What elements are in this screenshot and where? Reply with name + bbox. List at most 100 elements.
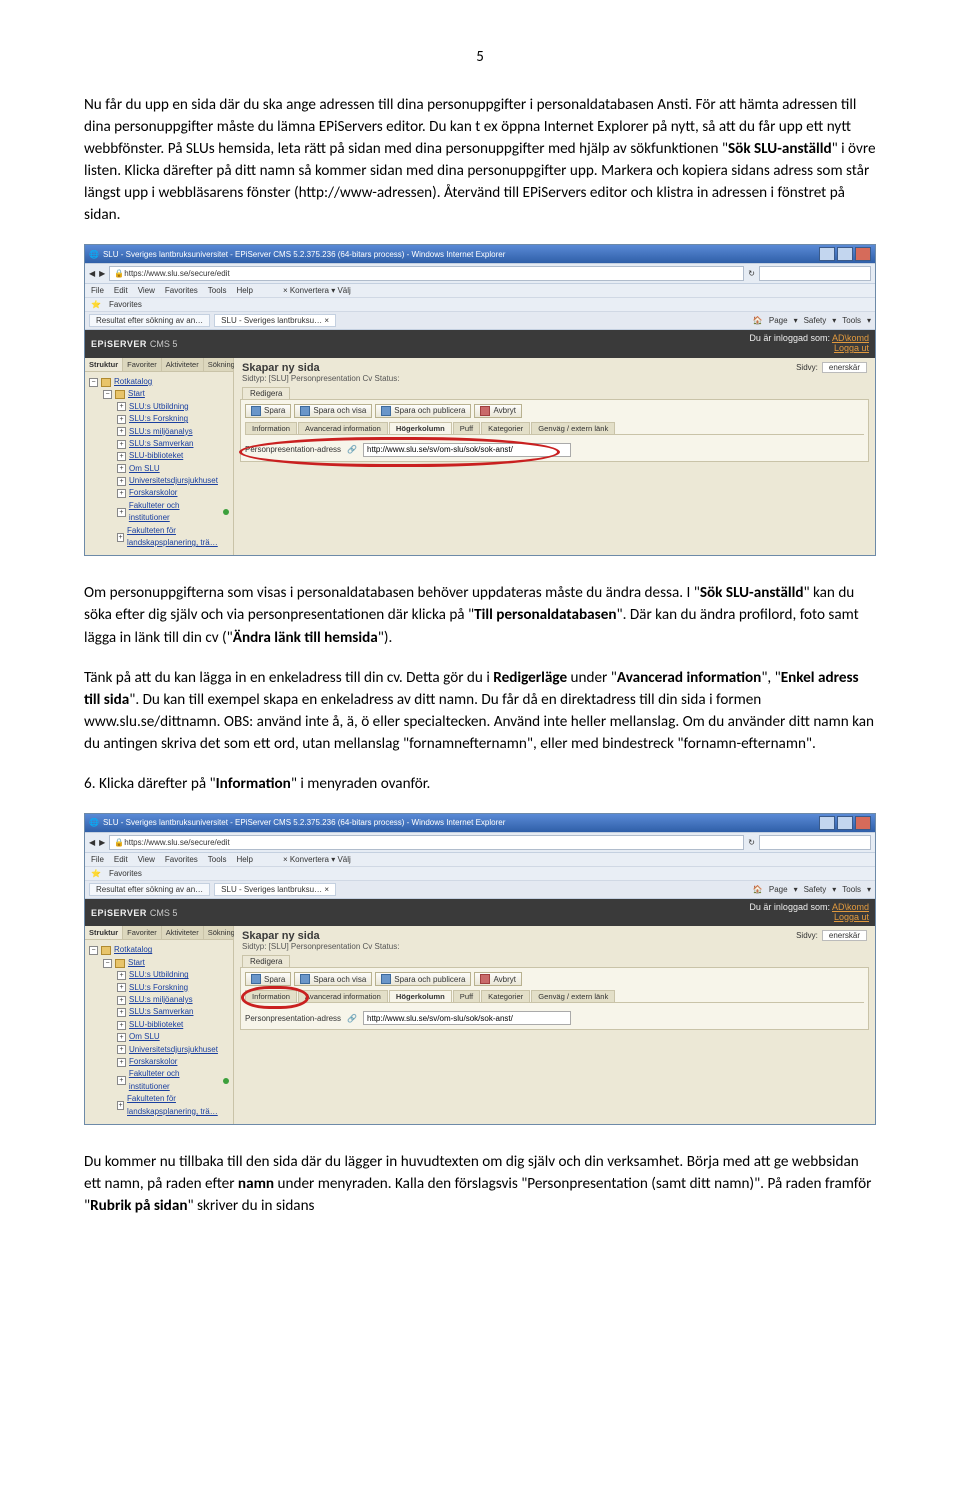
menu-file[interactable]: File xyxy=(91,286,104,295)
valj[interactable]: Välj xyxy=(337,286,350,295)
side-tab-struktur[interactable]: Struktur xyxy=(85,926,123,939)
spara-publicera-button[interactable]: Spara och publicera xyxy=(375,404,471,418)
menu-edit[interactable]: Edit xyxy=(114,286,128,295)
login-name[interactable]: AD\komd xyxy=(832,333,869,343)
refresh-icon[interactable]: ↻ xyxy=(748,838,755,847)
address-bar[interactable]: 🔒 https://www.slu.se/secure/edit xyxy=(109,266,744,281)
tree-item: +Fakulteten för landskapsplanering, trä… xyxy=(117,1093,229,1118)
browser-tab-1[interactable]: Resultat efter sökning av an… xyxy=(89,314,210,327)
back-icon[interactable]: ◀ xyxy=(89,838,95,847)
side-tab-aktiviteter[interactable]: Aktiviteter xyxy=(162,358,204,371)
tab-information[interactable]: Information xyxy=(245,422,297,434)
rtool-safety[interactable]: Safety xyxy=(804,316,827,325)
refresh-icon[interactable]: ↻ xyxy=(748,269,755,278)
logout-link[interactable]: Logga ut xyxy=(834,912,869,922)
login-name[interactable]: AD\komd xyxy=(832,902,869,912)
field-label-2: Personpresentation-adress xyxy=(245,1014,341,1023)
side-tab-favoriter[interactable]: Favoriter xyxy=(123,358,162,371)
rtool-page[interactable]: Page xyxy=(769,885,788,894)
tab-puff[interactable]: Puff xyxy=(453,422,480,434)
redigera-tab-2[interactable]: Redigera xyxy=(242,955,290,967)
tab-information-highlighted[interactable]: Information xyxy=(245,990,297,1002)
spara-visa-button[interactable]: Spara och visa xyxy=(294,404,372,418)
avbryt-button[interactable]: Avbryt xyxy=(474,972,522,986)
sidvy-select[interactable]: enerskär xyxy=(822,362,867,373)
konvertera[interactable]: Konvertera xyxy=(290,286,329,295)
konvertera[interactable]: Konvertera xyxy=(290,855,329,864)
tree-root[interactable]: Rotkatalog xyxy=(114,376,152,388)
address-bar-2[interactable]: 🔒 https://www.slu.se/secure/edit xyxy=(109,835,744,850)
side-tab-aktiviteter[interactable]: Aktiviteter xyxy=(162,926,204,939)
chain-icon[interactable]: 🔗 xyxy=(347,445,357,454)
close-button[interactable] xyxy=(855,247,871,261)
login-info-2: Du är inloggad som: AD\komd Logga ut xyxy=(749,903,869,923)
rtool-safety[interactable]: Safety xyxy=(804,885,827,894)
tree-item: +Fakulteten för landskapsplanering, trä… xyxy=(117,525,229,550)
ie-search-input-2[interactable] xyxy=(759,835,871,850)
menu-tools[interactable]: Tools xyxy=(208,286,227,295)
forward-icon[interactable]: ▶ xyxy=(99,269,105,278)
tab-genvag[interactable]: Genväg / extern länk xyxy=(531,422,615,434)
tab-genvag[interactable]: Genväg / extern länk xyxy=(531,990,615,1002)
tree-item: +SLU-biblioteket xyxy=(117,450,229,462)
spara-button[interactable]: Spara xyxy=(245,972,291,986)
paragraph-3: Tänk på att du kan lägga in en enkeladre… xyxy=(84,667,876,755)
sidvy-select-2[interactable]: enerskär xyxy=(822,930,867,941)
tab-hogerkolumn[interactable]: Högerkolumn xyxy=(389,422,452,434)
forward-icon[interactable]: ▶ xyxy=(99,838,105,847)
maximize-button[interactable] xyxy=(837,247,853,261)
redigera-tab[interactable]: Redigera xyxy=(242,387,290,399)
field-row-2: Personpresentation-adress 🔗 xyxy=(245,1011,864,1025)
chain-icon[interactable]: 🔗 xyxy=(347,1014,357,1023)
tab-kategorier[interactable]: Kategorier xyxy=(481,990,530,1002)
home-icon[interactable]: 🏠 xyxy=(753,316,763,325)
tree-root[interactable]: Rotkatalog xyxy=(114,944,152,956)
tree-item: +Om SLU xyxy=(117,463,229,475)
back-icon[interactable]: ◀ xyxy=(89,269,95,278)
spara-button[interactable]: Spara xyxy=(245,404,291,418)
minimize-button[interactable] xyxy=(819,247,835,261)
avbryt-button[interactable]: Avbryt xyxy=(474,404,522,418)
maximize-button[interactable] xyxy=(837,816,853,830)
url-input-2[interactable] xyxy=(363,1011,571,1025)
side-tab-favoriter[interactable]: Favoriter xyxy=(123,926,162,939)
spara-publicera-button[interactable]: Spara och publicera xyxy=(375,972,471,986)
episerver-logo: EPiSERVER xyxy=(91,339,147,349)
logout-link[interactable]: Logga ut xyxy=(834,343,869,353)
menu-view[interactable]: View xyxy=(138,855,155,864)
browser-tab-2b[interactable]: SLU - Sveriges lantbruksu… × xyxy=(214,883,336,896)
epi-page-title: Skapar ny sida xyxy=(242,362,867,374)
rtool-page[interactable]: Page xyxy=(769,316,788,325)
menu-favorites[interactable]: Favorites xyxy=(165,855,198,864)
browser-tab-1b[interactable]: Resultat efter sökning av an… xyxy=(89,883,210,896)
tab-avancerad[interactable]: Avancerad information xyxy=(298,990,388,1002)
rtool-tools[interactable]: Tools xyxy=(842,316,861,325)
minimize-button[interactable] xyxy=(819,816,835,830)
tab-kategorier[interactable]: Kategorier xyxy=(481,422,530,434)
ie-titlebar-2: 🌐 SLU - Sveriges lantbruksuniversitet - … xyxy=(85,814,875,832)
tree-start[interactable]: Start xyxy=(128,388,145,400)
tab-puff[interactable]: Puff xyxy=(453,990,480,1002)
home-icon[interactable]: 🏠 xyxy=(753,885,763,894)
ie-search-input[interactable] xyxy=(759,266,871,281)
tree-start[interactable]: Start xyxy=(128,957,145,969)
favorites-star-icon[interactable]: ⭐ xyxy=(91,300,101,309)
valj[interactable]: Välj xyxy=(337,855,350,864)
favorites-star-icon[interactable]: ⭐ xyxy=(91,869,101,878)
tab-avancerad[interactable]: Avancerad information xyxy=(298,422,388,434)
menu-tools[interactable]: Tools xyxy=(208,855,227,864)
spara-visa-button[interactable]: Spara och visa xyxy=(294,972,372,986)
menu-help[interactable]: Help xyxy=(236,286,252,295)
menu-edit[interactable]: Edit xyxy=(114,855,128,864)
browser-tab-2[interactable]: SLU - Sveriges lantbruksu… × xyxy=(214,314,336,327)
menu-file[interactable]: File xyxy=(91,855,104,864)
side-tab-struktur[interactable]: Struktur xyxy=(85,358,123,371)
tab-hogerkolumn[interactable]: Högerkolumn xyxy=(389,990,452,1002)
tree-item: +SLU:s miljöanalys xyxy=(117,994,229,1006)
close-button[interactable] xyxy=(855,816,871,830)
rtool-tools[interactable]: Tools xyxy=(842,885,861,894)
url-input[interactable] xyxy=(363,443,571,457)
menu-help[interactable]: Help xyxy=(236,855,252,864)
menu-favorites[interactable]: Favorites xyxy=(165,286,198,295)
menu-view[interactable]: View xyxy=(138,286,155,295)
